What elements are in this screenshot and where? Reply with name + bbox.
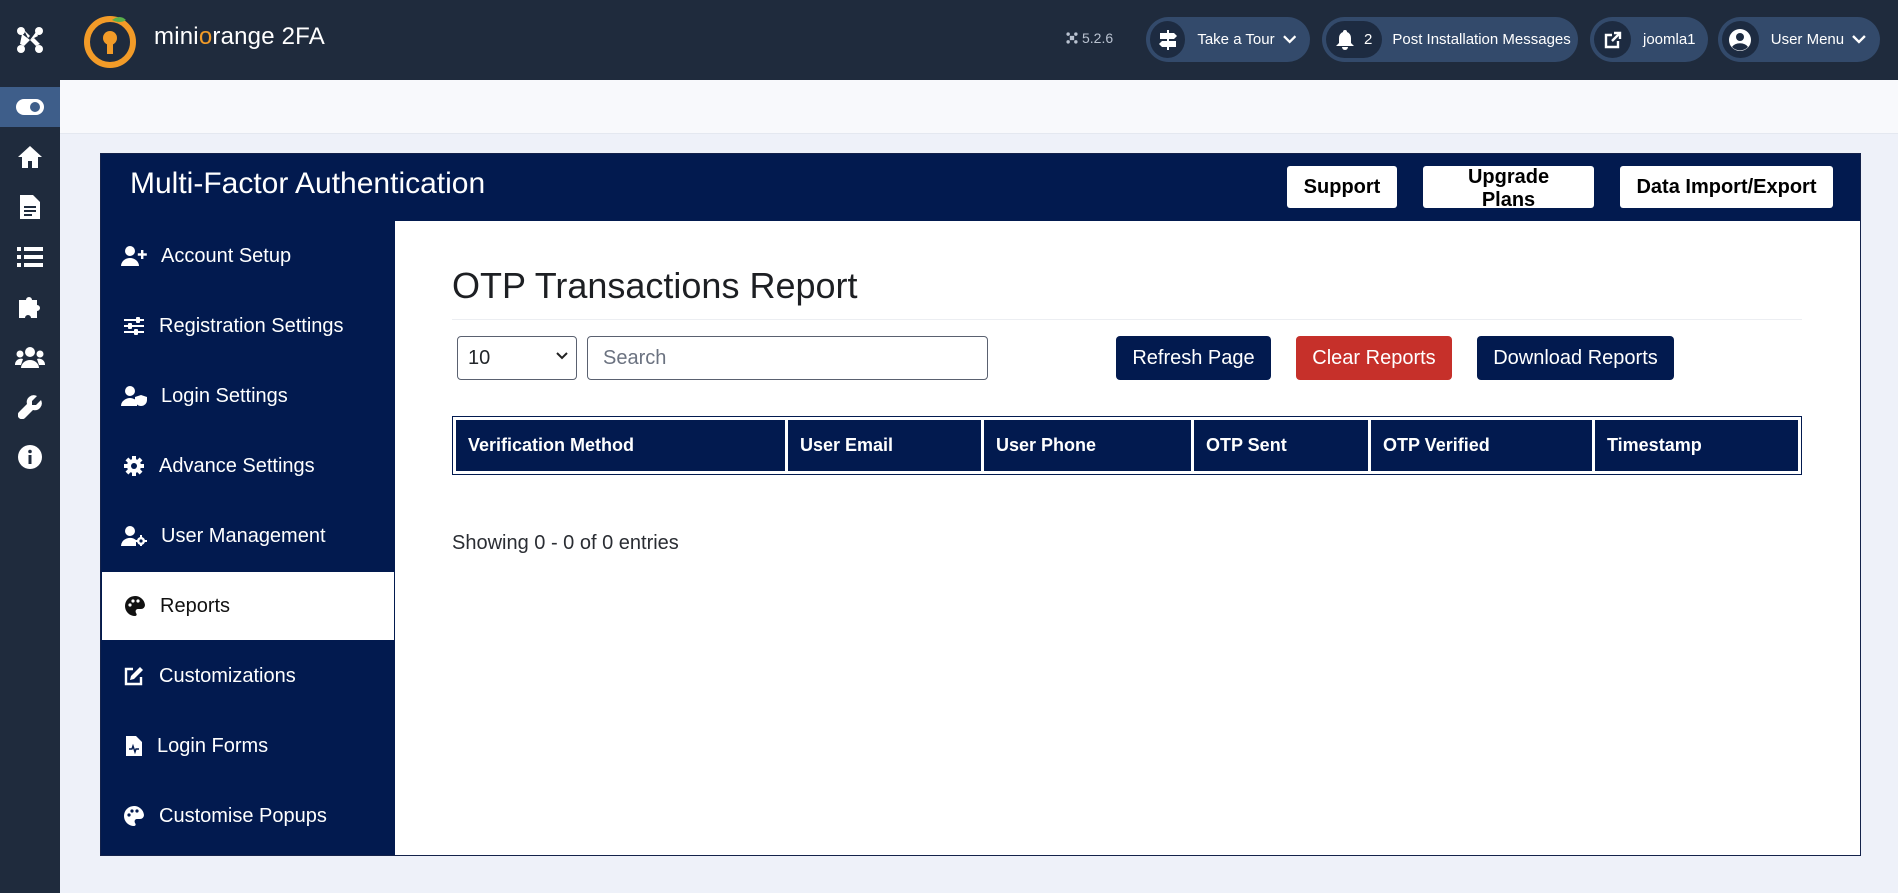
brand-name: miniorange 2FA bbox=[154, 23, 325, 50]
puzzle-icon[interactable] bbox=[0, 287, 60, 327]
chevron-down-icon bbox=[1282, 35, 1296, 44]
wrench-icon[interactable] bbox=[0, 387, 60, 427]
search-input[interactable] bbox=[587, 336, 988, 380]
version-label: 5.2.6 bbox=[1066, 30, 1113, 46]
column-header[interactable]: User Phone bbox=[984, 420, 1191, 471]
panel-header: Multi-Factor Authentication Support Upgr… bbox=[101, 154, 1860, 221]
page-size-select[interactable]: 10 bbox=[457, 336, 577, 380]
user-shield-icon bbox=[121, 383, 147, 409]
signpost-icon bbox=[1150, 21, 1186, 58]
sidebar-item-user-management[interactable]: User Management bbox=[101, 501, 395, 571]
sidebar-item-registration-settings[interactable]: Registration Settings bbox=[101, 291, 395, 361]
toggle-menu-icon[interactable] bbox=[0, 87, 60, 127]
palette-icon bbox=[122, 593, 148, 619]
user-circle-icon bbox=[1722, 21, 1759, 58]
user-menu-button[interactable]: User Menu bbox=[1718, 17, 1880, 62]
column-header[interactable]: User Email bbox=[788, 420, 981, 471]
data-import-export-button[interactable]: Data Import/Export bbox=[1620, 166, 1833, 208]
sidebar-item-customise-popups[interactable]: Customise Popups bbox=[101, 781, 395, 851]
external-link-icon bbox=[1594, 21, 1631, 58]
mfa-panel: Multi-Factor Authentication Support Upgr… bbox=[100, 153, 1861, 856]
refresh-page-button[interactable]: Refresh Page bbox=[1116, 336, 1271, 380]
document-icon[interactable] bbox=[0, 187, 60, 227]
chevron-down-icon bbox=[556, 352, 568, 360]
icon-rail bbox=[0, 0, 60, 893]
download-reports-button[interactable]: Download Reports bbox=[1477, 336, 1674, 380]
support-button[interactable]: Support bbox=[1287, 166, 1397, 208]
table-header-row: Verification Method User Email User Phon… bbox=[456, 420, 1798, 471]
sidebar-item-login-settings[interactable]: Login Settings bbox=[101, 361, 395, 431]
sidebar-item-login-forms[interactable]: Login Forms bbox=[101, 711, 395, 781]
edit-icon bbox=[121, 663, 147, 689]
report-content: OTP Transactions Report 10 Refresh Page … bbox=[395, 221, 1860, 855]
chevron-down-icon bbox=[1852, 35, 1866, 44]
list-icon[interactable] bbox=[0, 237, 60, 277]
entries-summary: Showing 0 - 0 of 0 entries bbox=[452, 532, 679, 554]
gear-icon bbox=[121, 453, 147, 479]
joomla-logo-icon[interactable] bbox=[0, 0, 60, 80]
home-icon[interactable] bbox=[0, 137, 60, 177]
notification-count: 2 bbox=[1364, 31, 1373, 48]
column-header[interactable]: Timestamp bbox=[1595, 420, 1798, 471]
sidebar-item-reports[interactable]: Reports bbox=[101, 571, 395, 641]
take-tour-button[interactable]: Take a Tour bbox=[1146, 17, 1310, 62]
user-gear-icon bbox=[121, 523, 147, 549]
subheader-strip bbox=[60, 80, 1898, 134]
users-icon[interactable] bbox=[0, 337, 60, 377]
miniorange-logo-icon bbox=[84, 16, 136, 68]
post-installation-messages-button[interactable]: 2 Post Installation Messages bbox=[1322, 17, 1578, 62]
upgrade-plans-button[interactable]: Upgrade Plans bbox=[1423, 166, 1594, 211]
clear-reports-button[interactable]: Clear Reports bbox=[1296, 336, 1452, 380]
top-header: miniorange 2FA 5.2.6 Take a Tour 2 Post … bbox=[60, 0, 1898, 80]
sidebar-item-customizations[interactable]: Customizations bbox=[101, 641, 395, 711]
sidebar-item-account-setup[interactable]: Account Setup bbox=[101, 221, 395, 291]
column-header[interactable]: OTP Sent bbox=[1194, 420, 1368, 471]
site-link-button[interactable]: joomla1 bbox=[1590, 17, 1708, 62]
user-plus-icon bbox=[121, 243, 147, 269]
column-header[interactable]: OTP Verified bbox=[1371, 420, 1592, 471]
info-icon[interactable] bbox=[0, 437, 60, 477]
column-header[interactable]: Verification Method bbox=[456, 420, 785, 471]
sliders-icon bbox=[121, 313, 147, 339]
page-title: Multi-Factor Authentication bbox=[130, 167, 486, 200]
palette-icon bbox=[121, 803, 147, 829]
file-icon bbox=[121, 733, 147, 759]
bell-icon: 2 bbox=[1326, 21, 1383, 58]
sidebar-item-advance-settings[interactable]: Advance Settings bbox=[101, 431, 395, 501]
report-table: Verification Method User Email User Phon… bbox=[452, 416, 1802, 475]
divider bbox=[452, 319, 1802, 320]
settings-sidebar: Account Setup Registration Settings Logi… bbox=[101, 221, 395, 855]
report-title: OTP Transactions Report bbox=[452, 265, 858, 306]
joomla-small-icon bbox=[1066, 32, 1078, 44]
